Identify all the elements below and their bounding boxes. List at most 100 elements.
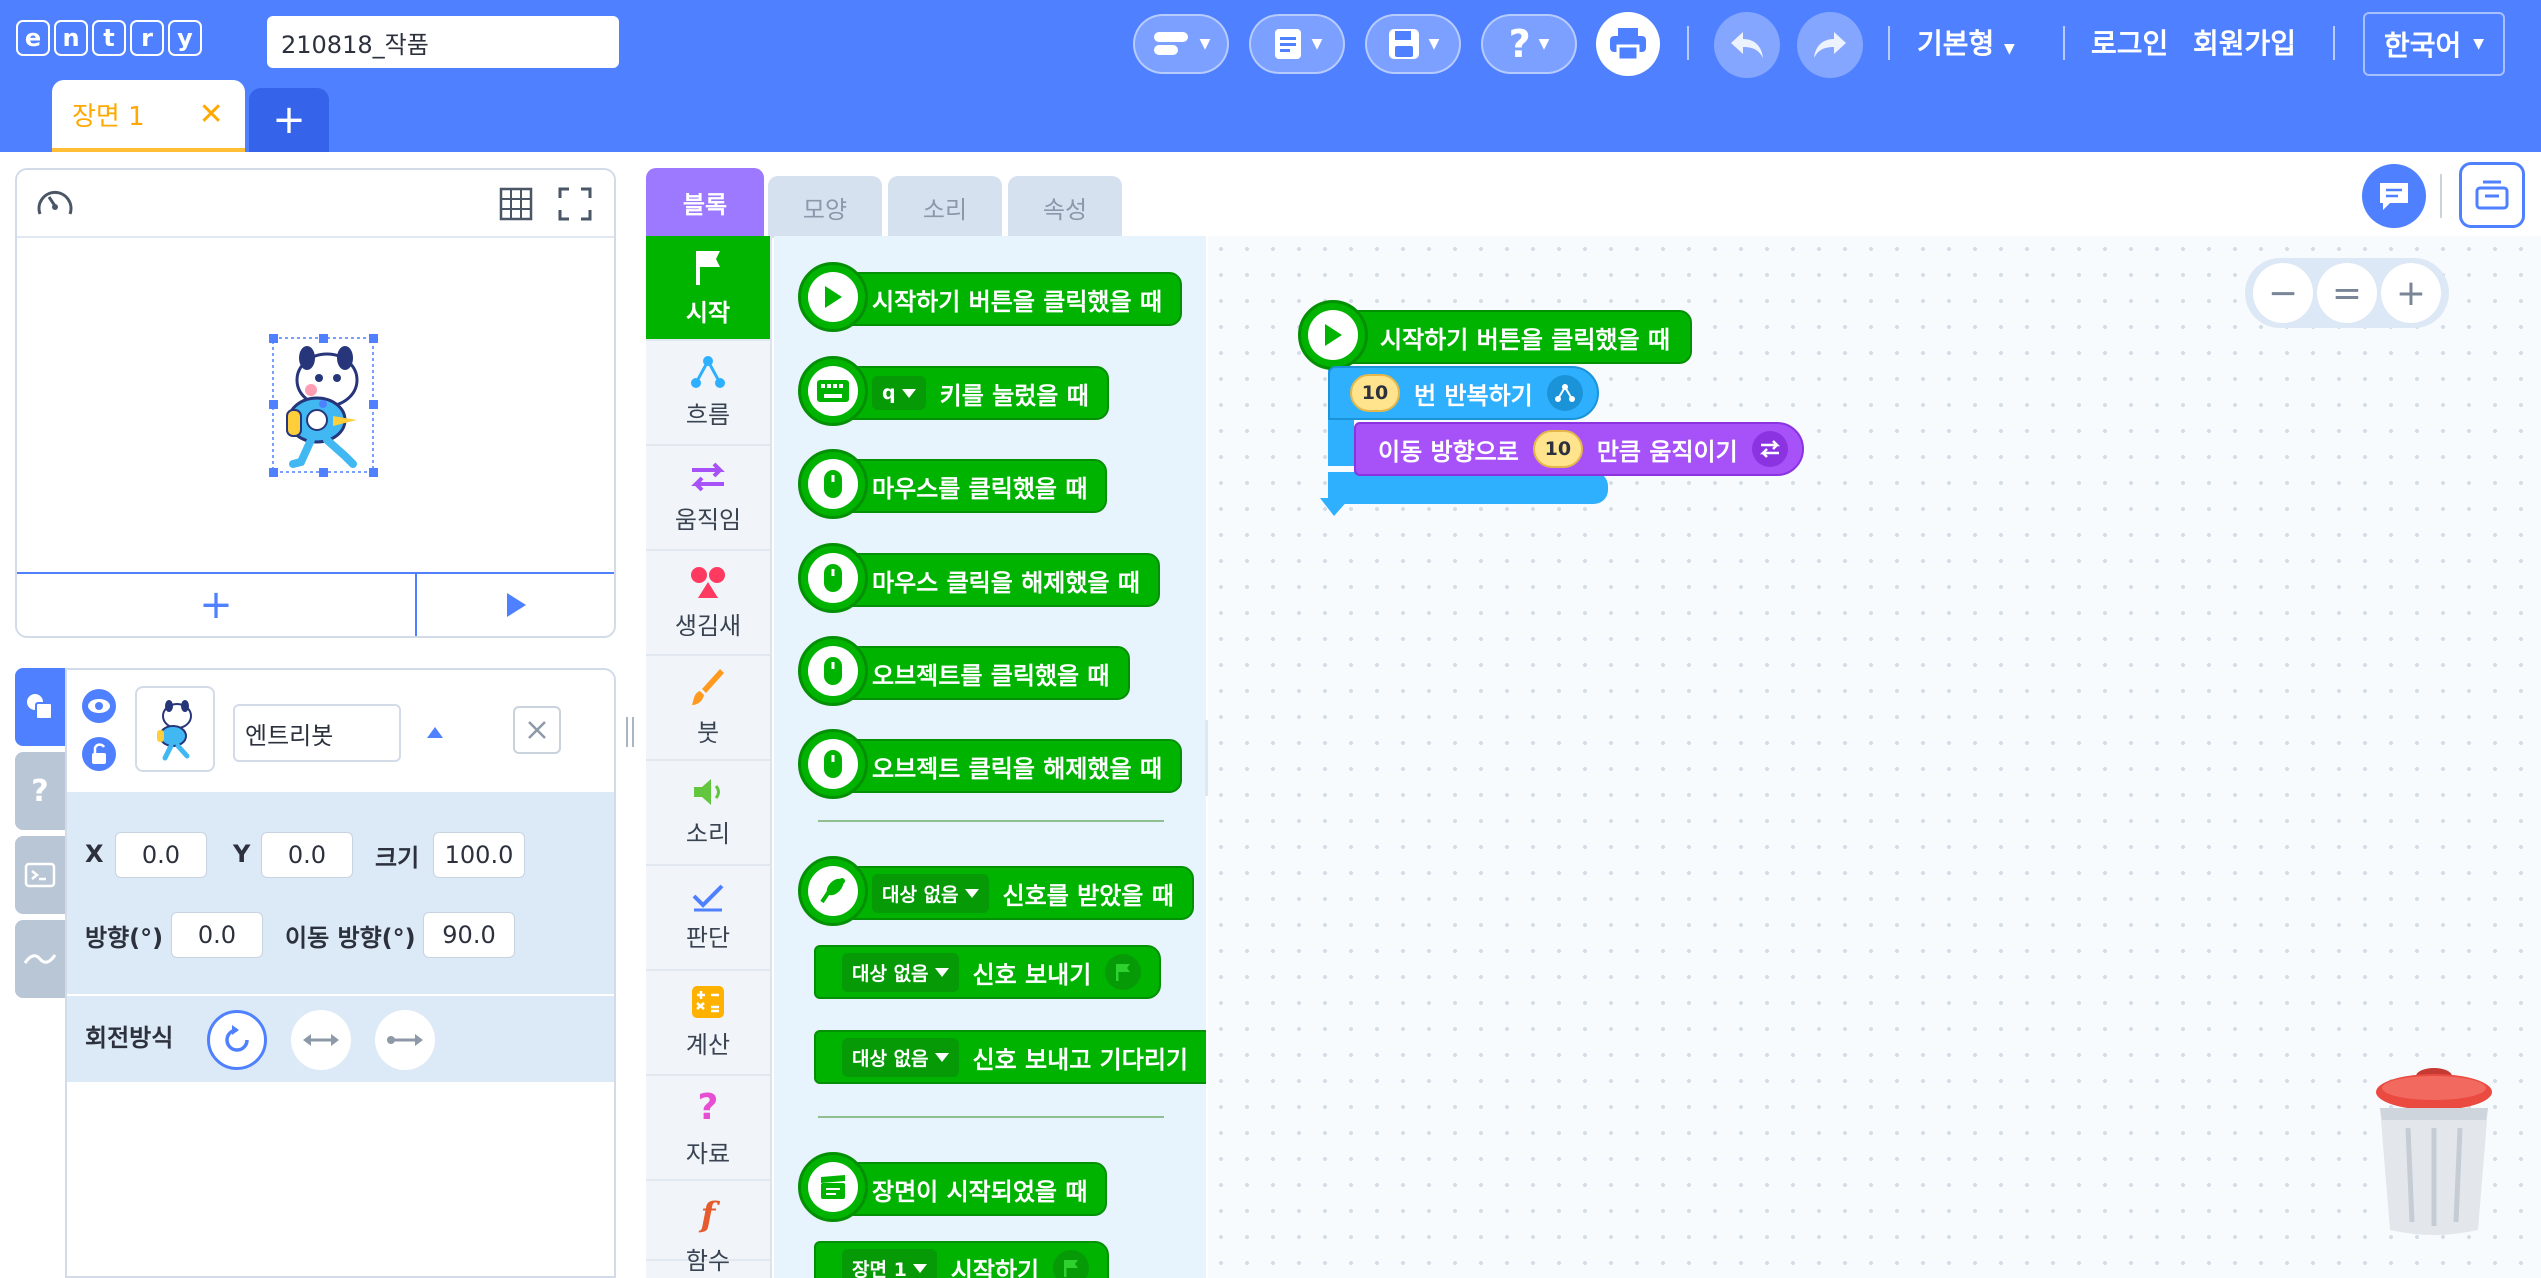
scene-tab[interactable]: 장면 1 ✕ (52, 80, 245, 152)
project-title-input[interactable] (267, 16, 619, 68)
entrybot-sprite[interactable] (253, 324, 393, 480)
category-start[interactable]: 시작 (646, 236, 770, 341)
block-when-object-released[interactable]: 오브젝트 클릭을 해제했을 때 (798, 729, 1183, 799)
redo-button[interactable] (1797, 12, 1863, 78)
block-repeat[interactable]: 10 번 반복하기 (1328, 366, 1599, 420)
category-label: 함수 (685, 1247, 731, 1275)
visible-eye-icon[interactable] (81, 688, 117, 724)
caret-up-icon[interactable] (425, 724, 445, 740)
fullscreen-icon[interactable] (557, 186, 593, 222)
category-looks[interactable]: 생김새 (646, 551, 770, 656)
function-icon: f (700, 1195, 716, 1235)
panel-resize-handle[interactable] (622, 712, 638, 752)
zoom-out-button[interactable]: − (2253, 263, 2313, 323)
signal-dropdown[interactable]: 대상 없음 (842, 952, 959, 992)
zoom-reset-button[interactable]: = (2317, 263, 2377, 323)
block-when-scene-started[interactable]: 장면이 시작되었을 때 (798, 1152, 1108, 1222)
undo-button[interactable] (1714, 12, 1780, 78)
trash-can-icon[interactable] (2374, 1058, 2494, 1238)
tab-objects[interactable] (15, 668, 65, 746)
rotation-section: 회전방식 (67, 994, 614, 1082)
category-label: 소리 (685, 820, 731, 848)
category-movement[interactable]: 움직임 (646, 446, 770, 551)
hat-icon-holder (798, 449, 868, 519)
movement-icon (1751, 431, 1788, 467)
block-when-object-clicked[interactable]: 오브젝트를 클릭했을 때 (798, 636, 1130, 706)
signal-dropdown[interactable]: 대상 없음 (842, 1037, 959, 1077)
tab-help[interactable]: ? (15, 752, 65, 830)
comment-button[interactable] (2362, 164, 2426, 228)
tab-shape[interactable]: 모양 (768, 176, 882, 238)
block-send-signal-wait[interactable]: 대상 없음 신호 보내고 기다리기 (814, 1030, 1206, 1084)
block-move-direction[interactable]: 이동 방향으로 10 만큼 움직이기 (1354, 422, 1804, 476)
tab-sound[interactable]: 소리 (888, 176, 1002, 238)
x-field[interactable] (115, 832, 207, 878)
delete-object-button[interactable] (513, 706, 561, 754)
add-scene-button[interactable]: + (249, 88, 329, 152)
direction-field[interactable] (171, 912, 263, 958)
login-link[interactable]: 로그인 (2091, 22, 2168, 62)
add-object-button[interactable]: + (17, 574, 417, 636)
rotate-horizontal-button[interactable] (291, 1010, 351, 1070)
block-when-signal-received[interactable]: 대상 없음 신호를 받았을 때 (798, 856, 1194, 926)
block-when-mouse-clicked[interactable]: 마우스를 클릭했을 때 (798, 449, 1108, 519)
block-send-signal[interactable]: 대상 없음 신호 보내기 (814, 945, 1162, 999)
close-icon (528, 721, 546, 739)
block-when-key-pressed[interactable]: q 키를 눌렀을 때 (798, 356, 1109, 426)
object-name-input[interactable]: 엔트리봇 (233, 704, 401, 762)
code-workspace[interactable]: 시작하기 버튼을 클릭했을 때 10 번 반복하기 이동 방향으로 10 만큼 … (1208, 236, 2541, 1278)
print-button[interactable] (1596, 12, 1660, 76)
tab-attribute[interactable]: 속성 (1008, 176, 1122, 238)
key-dropdown[interactable]: q (872, 376, 926, 410)
hat-icon-holder (798, 1152, 868, 1222)
speed-gauge-icon[interactable] (35, 186, 75, 222)
run-button[interactable] (417, 574, 614, 636)
category-data[interactable]: ? 자료 (646, 1076, 770, 1181)
console-icon (24, 862, 56, 888)
palette-divider (818, 1116, 1164, 1118)
block-storage-button[interactable] (2459, 162, 2525, 228)
block-when-mouse-released[interactable]: 마우스 클릭을 해제했을 때 (798, 543, 1160, 613)
size-field[interactable] (433, 832, 525, 878)
block-label: 키를 눌렀을 때 (939, 381, 1089, 410)
chevron-down-icon: ▼ (2473, 36, 2485, 52)
block-mode-button[interactable]: ▼ (1133, 14, 1229, 74)
mode-select[interactable]: 기본형 ▼ (1917, 22, 2015, 62)
tab-blocks[interactable]: 블록 (646, 168, 764, 236)
stage-canvas[interactable] (17, 238, 614, 573)
close-icon[interactable]: ✕ (199, 97, 224, 132)
block-label: 신호 보내고 기다리기 (972, 1045, 1188, 1074)
signal-dropdown[interactable]: 대상 없음 (872, 873, 989, 913)
flow-icon (691, 356, 725, 388)
move-direction-field[interactable] (423, 912, 515, 958)
language-select[interactable]: 한국어 ▼ (2363, 12, 2505, 76)
zoom-in-button[interactable]: + (2381, 263, 2441, 323)
object-thumbnail[interactable] (135, 686, 215, 772)
block-start-scene[interactable]: 장면 1 시작하기 (814, 1241, 1110, 1278)
grid-icon[interactable] (498, 186, 534, 222)
help-button[interactable]: ? ▼ (1481, 14, 1577, 74)
new-file-button[interactable]: ▼ (1249, 14, 1345, 74)
category-flow[interactable]: 흐름 (646, 341, 770, 446)
category-calculation[interactable]: 계산 (646, 971, 770, 1076)
y-field[interactable] (261, 832, 353, 878)
category-function[interactable]: f 함수 (646, 1181, 770, 1275)
scene-dropdown[interactable]: 장면 1 (842, 1248, 937, 1278)
signup-link[interactable]: 회원가입 (2193, 22, 2296, 62)
block-when-start-clicked[interactable]: 시작하기 버튼을 클릭했을 때 (798, 262, 1183, 332)
block-when-start-clicked[interactable]: 시작하기 버튼을 클릭했을 때 (1298, 300, 1693, 370)
category-sound[interactable]: 소리 (646, 761, 770, 866)
category-brush[interactable]: 붓 (646, 656, 770, 761)
unlock-icon[interactable] (81, 736, 117, 772)
save-button[interactable]: ▼ (1365, 14, 1461, 74)
category-judgement[interactable]: 판단 (646, 866, 770, 971)
mode-label: 기본형 (1917, 27, 1995, 60)
tab-console[interactable] (15, 836, 65, 914)
chevron-down-icon: ▼ (1428, 36, 1440, 52)
entry-logo[interactable]: e n t r y (16, 20, 202, 56)
repeat-count-input[interactable]: 10 (1350, 374, 1400, 412)
move-amount-input[interactable]: 10 (1532, 430, 1583, 468)
tab-hardware[interactable] (15, 920, 65, 998)
rotate-none-button[interactable] (375, 1010, 435, 1070)
rotate-free-button[interactable] (207, 1010, 267, 1070)
